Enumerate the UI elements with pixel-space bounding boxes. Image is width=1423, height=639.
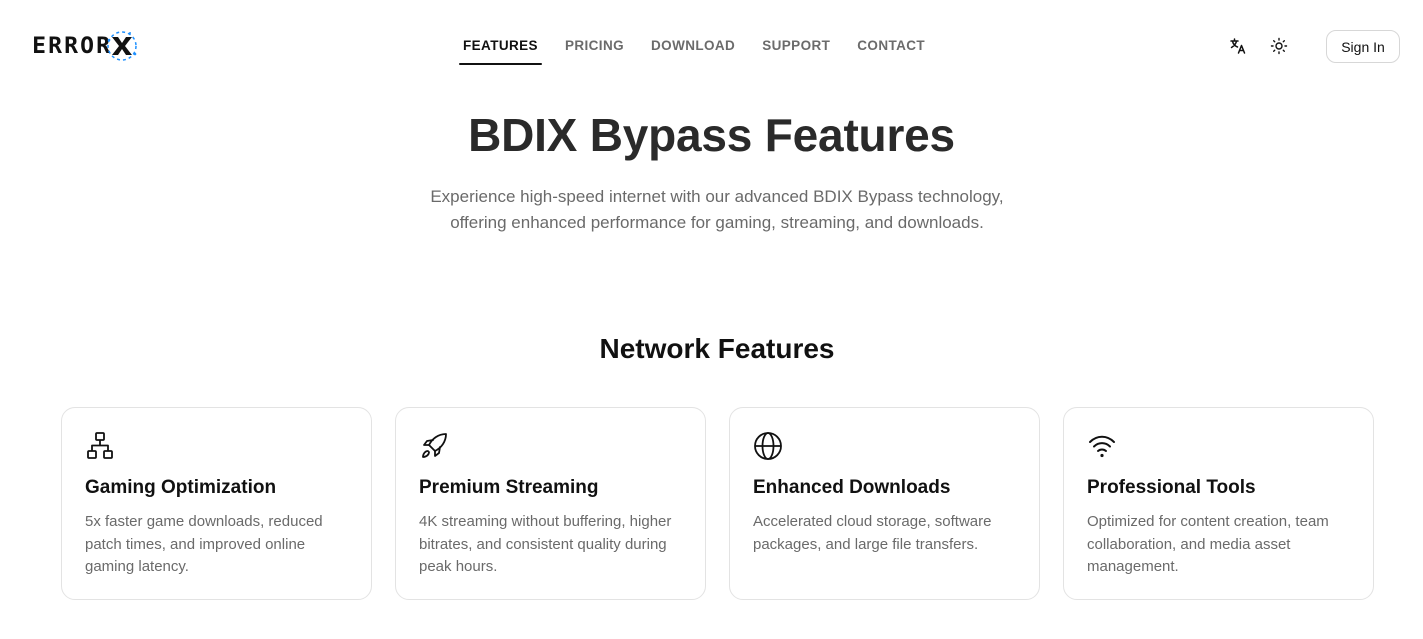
feature-card-professional: Professional Tools Optimized for content… — [1063, 407, 1374, 600]
card-description: Accelerated cloud storage, software pack… — [753, 513, 992, 553]
logo[interactable]: ERROR — [32, 28, 140, 64]
nav-features[interactable]: FEATURES — [459, 27, 542, 65]
card-description: Optimized for content creation, team col… — [1087, 513, 1329, 575]
card-description: 5x faster game downloads, reduced patch … — [85, 513, 323, 575]
section-title: Network Features — [599, 333, 835, 364]
nav-support[interactable]: SUPPORT — [758, 27, 834, 65]
card-title: Premium Streaming — [419, 477, 599, 498]
card-title: Professional Tools — [1087, 477, 1256, 498]
feature-cards: Gaming Optimization 5x faster game downl… — [61, 407, 1374, 600]
translate-icon[interactable] — [1229, 37, 1247, 55]
nav-download[interactable]: DOWNLOAD — [647, 27, 739, 65]
nav-pricing[interactable]: PRICING — [561, 27, 628, 65]
sun-icon[interactable] — [1270, 37, 1288, 55]
rocket-icon — [422, 433, 447, 458]
nav-contact[interactable]: CONTACT — [853, 27, 929, 65]
hero-title: BDIX Bypass Features — [468, 109, 955, 161]
logo-text: ERROR — [32, 33, 113, 59]
feature-card-downloads: Enhanced Downloads Accelerated cloud sto… — [729, 407, 1040, 600]
card-title: Enhanced Downloads — [753, 477, 951, 498]
hero-subtitle: Experience high-speed internet with our … — [430, 187, 1004, 232]
wifi-icon — [1089, 435, 1115, 458]
main-nav: FEATURES PRICING DOWNLOAD SUPPORT CONTAC… — [459, 27, 948, 65]
network-icon — [87, 432, 113, 459]
site-header: ERROR FEATURES PRICING DOWNLOAD SUPPORT … — [0, 0, 1423, 93]
globe-icon — [754, 432, 782, 460]
logo-x-mark-icon — [107, 31, 137, 61]
card-title: Gaming Optimization — [85, 477, 277, 498]
sign-in-button[interactable]: Sign In — [1326, 30, 1400, 63]
feature-card-streaming: Premium Streaming 4K streaming without b… — [395, 407, 706, 600]
feature-card-gaming: Gaming Optimization 5x faster game downl… — [61, 407, 372, 600]
card-description: 4K streaming without buffering, higher b… — [419, 513, 672, 575]
